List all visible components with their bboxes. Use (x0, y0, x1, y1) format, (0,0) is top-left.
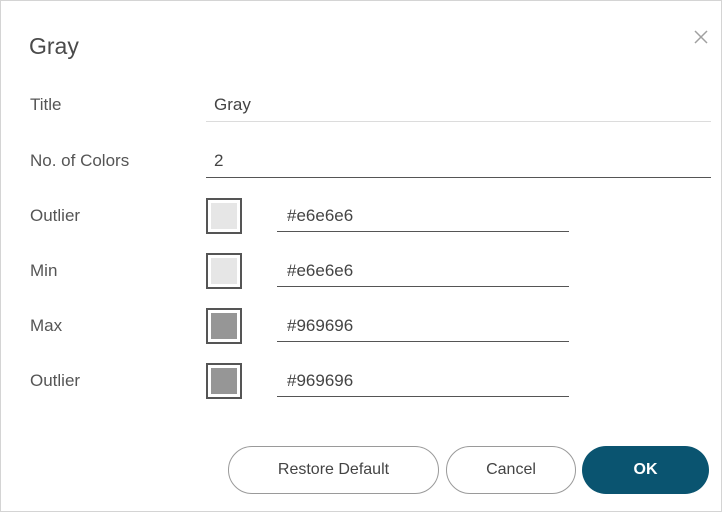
color-label-outlier-low: Outlier (30, 206, 81, 225)
title-input[interactable] (206, 88, 711, 122)
hex-input-outlier-low[interactable] (277, 200, 569, 232)
cancel-button[interactable]: Cancel (446, 446, 576, 494)
hex-input-min[interactable] (277, 255, 569, 287)
swatch-fill (211, 258, 237, 284)
color-swatch-outlier-low[interactable] (206, 198, 242, 234)
swatch-fill (211, 313, 237, 339)
color-label-max: Max (30, 316, 63, 335)
num-colors-label: No. of Colors (30, 151, 130, 170)
color-swatch-max[interactable] (206, 308, 242, 344)
restore-default-button[interactable]: Restore Default (228, 446, 439, 494)
color-swatch-min[interactable] (206, 253, 242, 289)
color-palette-dialog: Gray Title No. of Colors Outlier Min Max… (0, 0, 722, 512)
color-swatch-outlier-high[interactable] (206, 363, 242, 399)
close-icon (694, 30, 708, 44)
dialog-title: Gray (29, 33, 79, 59)
color-label-min: Min (30, 261, 58, 280)
hex-input-max[interactable] (277, 310, 569, 342)
swatch-fill (211, 203, 237, 229)
ok-button[interactable]: OK (582, 446, 709, 494)
color-label-outlier-high: Outlier (30, 371, 81, 390)
hex-input-outlier-high[interactable] (277, 365, 569, 397)
title-label: Title (30, 95, 62, 114)
num-colors-input[interactable] (206, 144, 711, 178)
swatch-fill (211, 368, 237, 394)
close-button[interactable] (691, 27, 711, 47)
